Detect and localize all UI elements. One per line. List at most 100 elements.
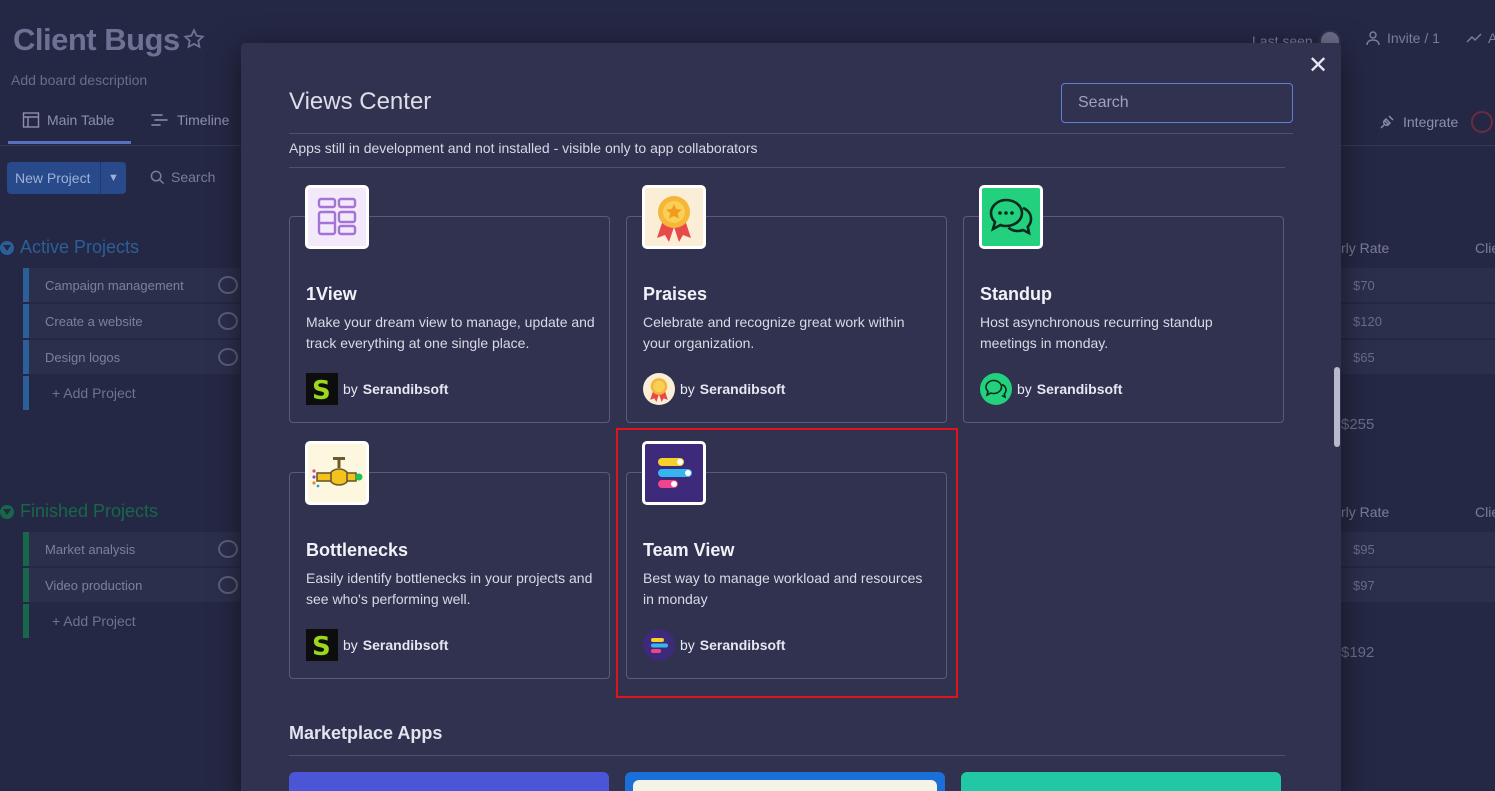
tab-label: Integrate xyxy=(1403,114,1459,130)
dev-apps-note: Apps still in development and not instal… xyxy=(289,140,758,156)
column-header-client[interactable]: Clie xyxy=(1475,504,1495,520)
by-label: by xyxy=(343,381,358,397)
marketplace-app-card[interactable] xyxy=(961,772,1281,791)
tab-main-table[interactable]: Main Table xyxy=(22,111,114,129)
app-vendor[interactable]: by Serandibsoft xyxy=(643,373,785,405)
table-row[interactable]: Market analysis xyxy=(23,532,240,566)
close-icon[interactable]: ✕ xyxy=(1306,54,1330,79)
grid-icon xyxy=(305,185,369,249)
group-title-label: Finished Projects xyxy=(20,501,159,521)
comment-icon[interactable] xyxy=(218,576,238,594)
app-title: 1View xyxy=(306,284,357,304)
invite-label: Invite / 1 xyxy=(1387,30,1440,46)
app-description: Make your dream view to manage, update a… xyxy=(306,314,595,351)
serandibsoft-logo-icon: S xyxy=(306,629,338,661)
scrollbar[interactable] xyxy=(1334,367,1340,447)
rate-cell[interactable]: $70 xyxy=(1341,268,1419,302)
table-icon xyxy=(22,112,40,128)
rate-cell[interactable]: $65 xyxy=(1341,340,1419,374)
client-cell[interactable] xyxy=(1418,568,1495,602)
group-title-active-projects[interactable]: Active Projects xyxy=(0,237,139,258)
table-row[interactable]: Design logos xyxy=(23,340,240,374)
by-label: by xyxy=(1017,381,1032,397)
rate-cell[interactable]: $120 xyxy=(1341,304,1419,338)
board-description[interactable]: Add board description xyxy=(11,72,147,88)
medal-icon xyxy=(643,373,675,405)
table-row[interactable]: Create a website xyxy=(23,304,240,338)
chevron-down-icon[interactable]: ▼ xyxy=(100,162,126,194)
views-search[interactable] xyxy=(1061,83,1293,123)
comment-icon[interactable] xyxy=(218,348,238,366)
person-icon xyxy=(1366,31,1380,46)
serandibsoft-logo-icon: S xyxy=(306,373,338,405)
row-name: Market analysis xyxy=(45,541,136,557)
client-cell[interactable] xyxy=(1418,304,1495,338)
divider xyxy=(289,755,1285,756)
invite-button[interactable]: Invite / 1 xyxy=(1365,30,1440,46)
divider xyxy=(289,133,1293,134)
chat-bubbles-icon xyxy=(979,185,1043,249)
tab-label: Main Table xyxy=(47,112,115,128)
comment-icon[interactable] xyxy=(218,540,238,558)
rate-sum: $192 xyxy=(1341,644,1375,661)
divider xyxy=(289,167,1285,168)
search-input[interactable] xyxy=(1078,94,1285,112)
column-header-client[interactable]: Clie xyxy=(1475,240,1495,256)
board-search[interactable]: Search xyxy=(150,169,215,185)
client-cell[interactable] xyxy=(1418,532,1495,566)
timeline-icon xyxy=(151,114,168,126)
table-row[interactable]: Campaign management xyxy=(23,268,240,302)
app-vendor[interactable]: by Serandibsoft xyxy=(980,373,1122,405)
app-description: Host asynchronous recurring standup meet… xyxy=(980,314,1213,351)
table-row[interactable]: Video production xyxy=(23,568,240,602)
marketplace-title: Marketplace Apps xyxy=(289,723,443,743)
rate-sum: $255 xyxy=(1341,416,1375,433)
new-project-button[interactable]: New Project ▼ xyxy=(7,162,126,194)
app-vendor[interactable]: S by Serandibsoft xyxy=(306,373,448,405)
vendor-name: Serandibsoft xyxy=(1036,381,1123,397)
rate-cell[interactable]: $95 xyxy=(1341,532,1419,566)
medal-icon xyxy=(642,185,706,249)
rate-cell[interactable]: $97 xyxy=(1341,568,1419,602)
activity-icon xyxy=(1466,33,1482,43)
active-tab-indicator xyxy=(8,141,131,144)
marketplace-app-card[interactable] xyxy=(625,772,945,791)
column-header-rate[interactable]: rly Rate xyxy=(1341,504,1389,520)
card-preview xyxy=(633,780,937,791)
row-name: Design logos xyxy=(45,349,121,365)
highlight-box xyxy=(616,428,958,698)
by-label: by xyxy=(343,637,358,653)
tab-label: Timeline xyxy=(177,112,230,128)
app-vendor[interactable]: S by Serandibsoft xyxy=(306,629,448,661)
collapse-icon[interactable] xyxy=(0,240,14,255)
favorite-star-icon[interactable] xyxy=(183,28,205,50)
integrate-button[interactable]: Integrate xyxy=(1378,111,1494,133)
app-title: Praises xyxy=(643,284,708,304)
by-label: by xyxy=(680,381,695,397)
marketplace-app-card[interactable] xyxy=(289,772,609,791)
client-cell[interactable] xyxy=(1418,340,1495,374)
chat-bubbles-icon xyxy=(980,373,1012,405)
integration-logo-icon xyxy=(1471,111,1494,133)
vendor-name: Serandibsoft xyxy=(699,381,786,397)
column-header-rate[interactable]: rly Rate xyxy=(1341,240,1389,256)
activity-button[interactable]: A xyxy=(1466,30,1495,46)
new-project-label: New Project xyxy=(15,170,91,186)
add-project-row[interactable]: + Add Project xyxy=(23,376,240,410)
comment-icon[interactable] xyxy=(218,312,238,330)
search-icon xyxy=(150,170,165,184)
collapse-icon[interactable] xyxy=(0,504,14,519)
modal-title: Views Center xyxy=(289,88,432,115)
app-title: Bottlenecks xyxy=(306,540,409,560)
row-name: Video production xyxy=(45,577,143,593)
row-name: Campaign management xyxy=(45,277,184,293)
tab-timeline[interactable]: Timeline xyxy=(150,111,229,129)
activity-label: A xyxy=(1488,30,1495,46)
app-title: Standup xyxy=(980,284,1052,304)
add-project-row[interactable]: + Add Project xyxy=(23,604,240,638)
plug-icon xyxy=(1380,115,1394,129)
comment-icon[interactable] xyxy=(218,276,238,294)
client-cell[interactable] xyxy=(1418,268,1495,302)
group-title-finished-projects[interactable]: Finished Projects xyxy=(0,501,158,522)
board-title[interactable]: Client Bugs xyxy=(13,22,180,58)
